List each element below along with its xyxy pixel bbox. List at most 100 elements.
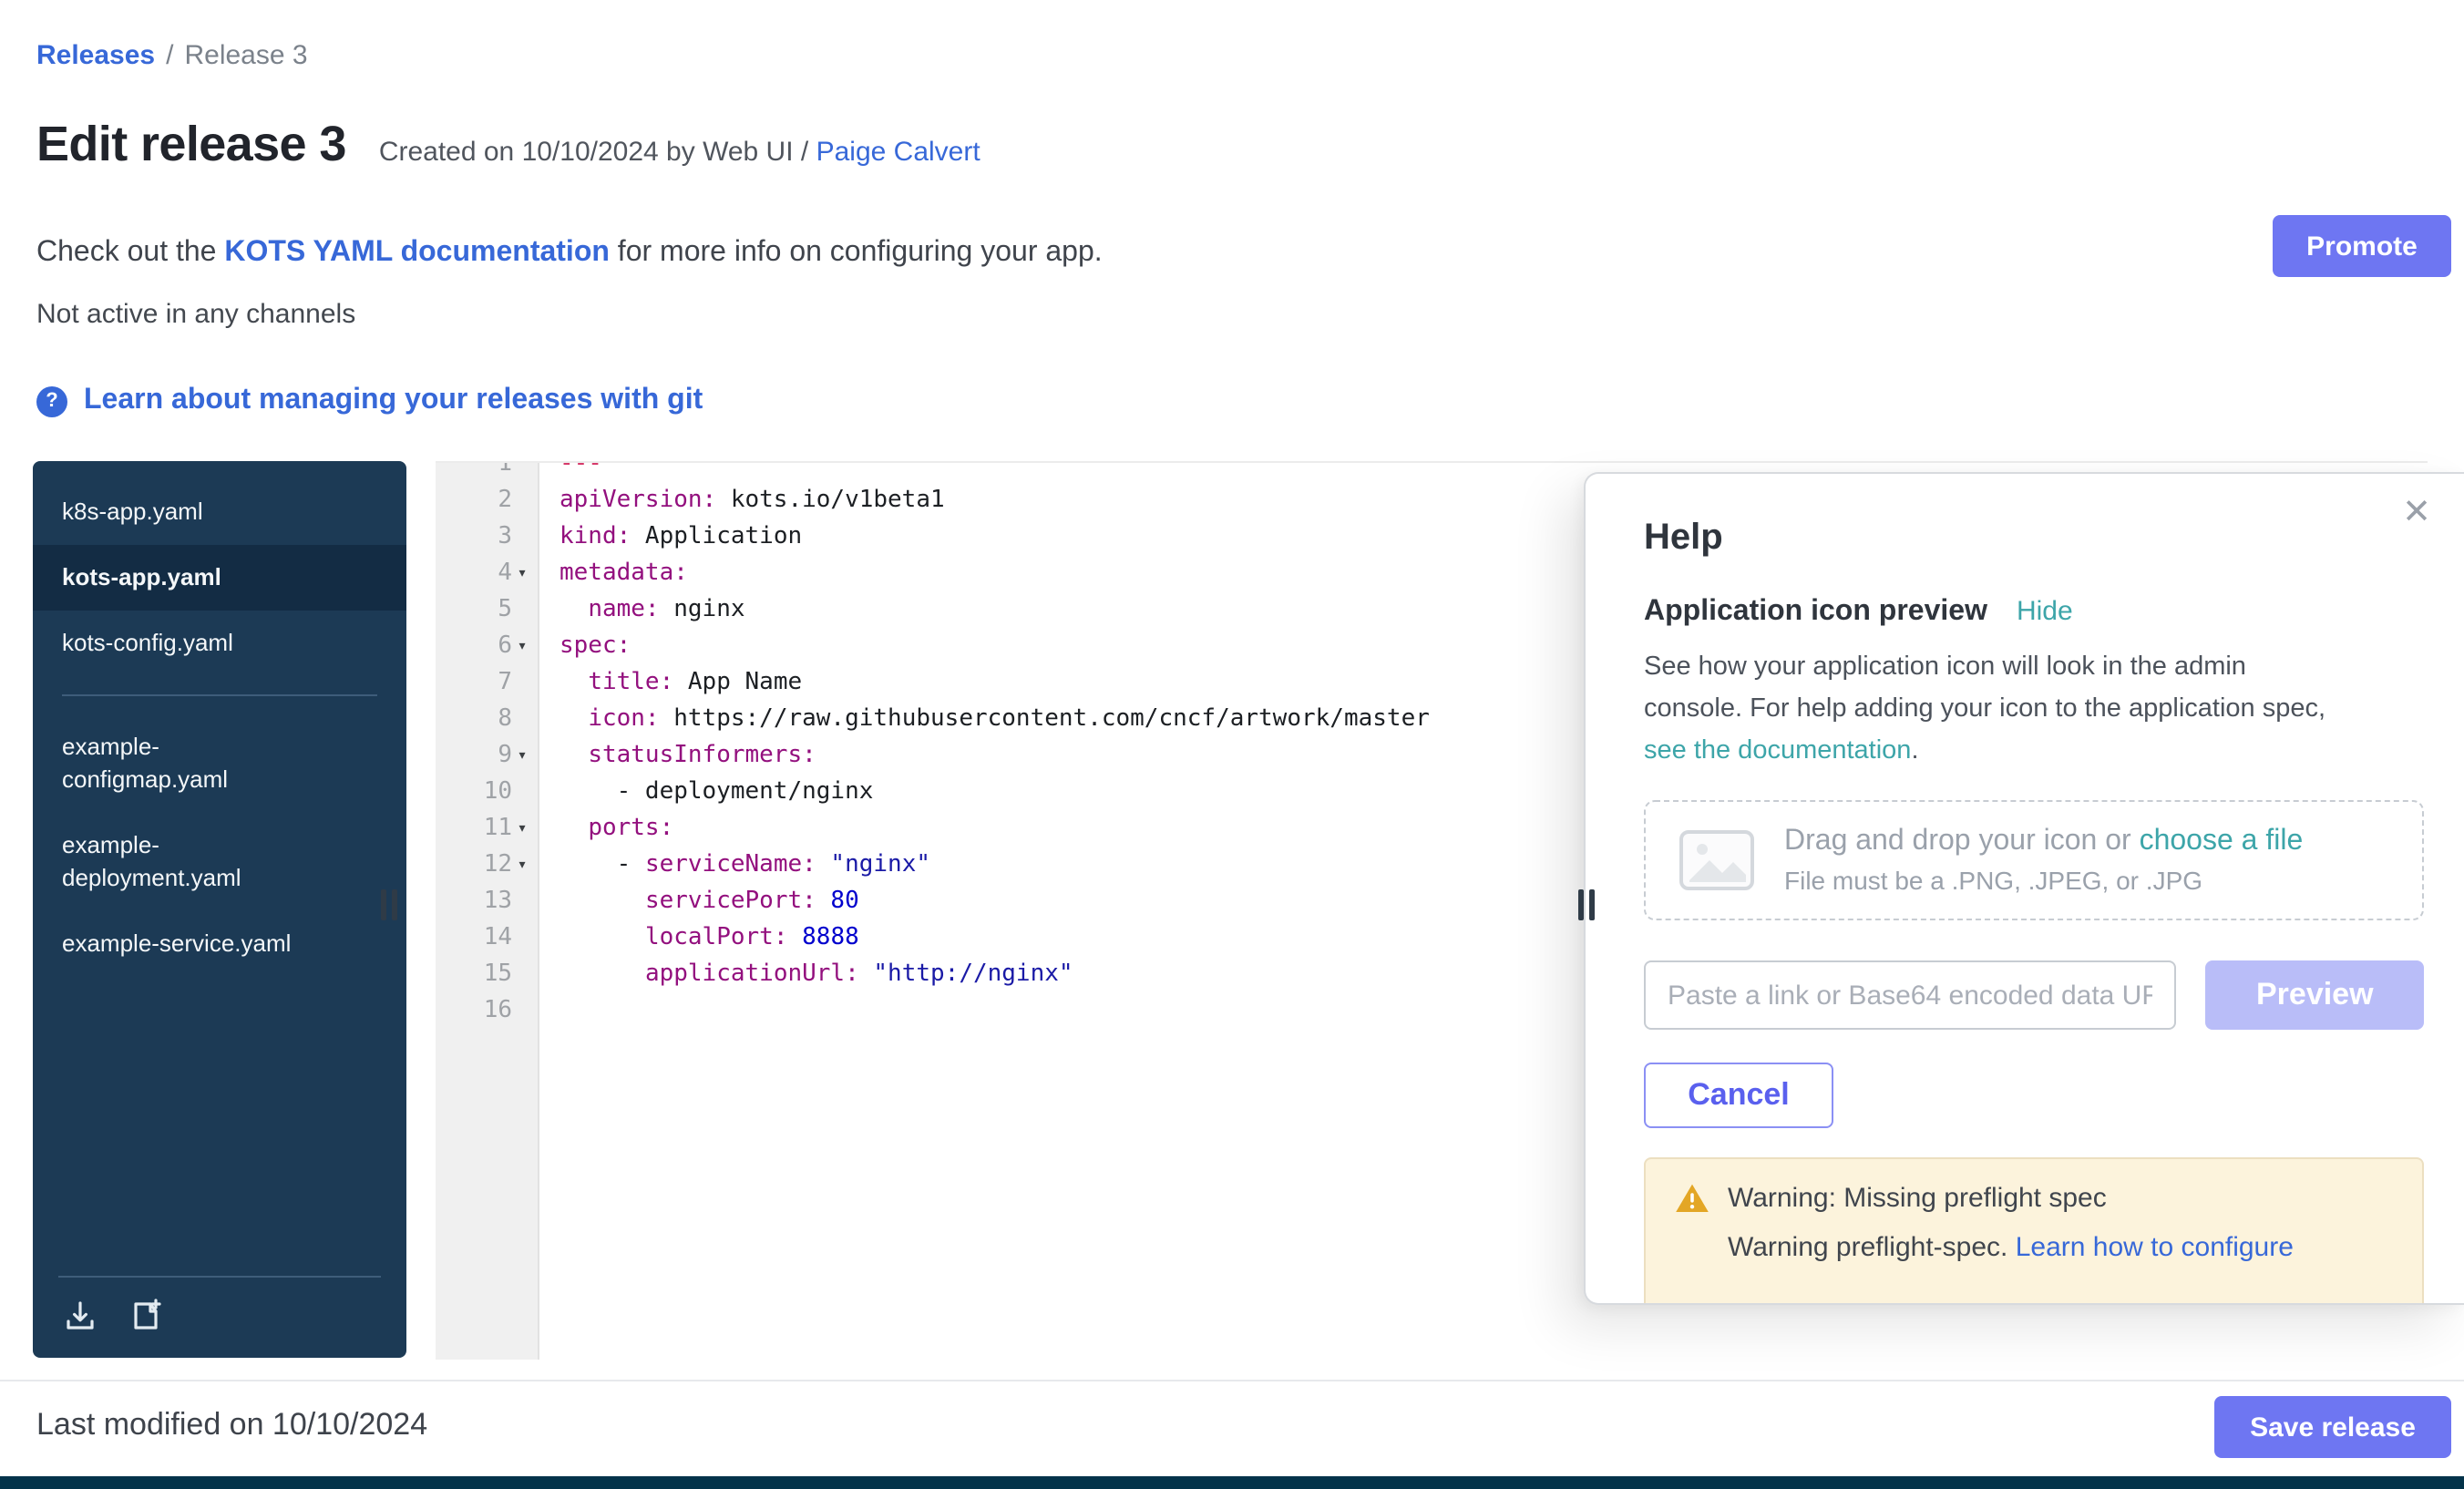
- code-token: servicePort:: [645, 888, 816, 915]
- gutter-line-number: 11▾: [436, 811, 538, 847]
- file-name: example-service.yaml: [62, 928, 291, 960]
- gutter-line-number: 7: [436, 665, 538, 702]
- preview-button[interactable]: Preview: [2206, 960, 2424, 1030]
- code-token: 8888: [788, 924, 859, 951]
- docs-prefix: Check out the: [36, 237, 224, 268]
- file-tree-item[interactable]: k8s-app.yaml: [33, 479, 406, 545]
- warning-configure-link[interactable]: Learn how to configure: [2016, 1232, 2294, 1263]
- fold-arrow-icon[interactable]: ▾: [512, 556, 532, 592]
- tree-editor-resize-handle[interactable]: [381, 889, 397, 920]
- code-token: icon:: [588, 705, 659, 733]
- code-token: localPort:: [645, 924, 788, 951]
- see-documentation-link[interactable]: see the documentation: [1644, 736, 1911, 765]
- gutter-line-number: 9▾: [436, 738, 538, 775]
- file-tree-item[interactable]: kots-config.yaml: [33, 611, 406, 676]
- fold-arrow-icon[interactable]: ▾: [512, 847, 532, 884]
- code-token: "nginx": [816, 851, 930, 878]
- choose-file-link[interactable]: choose a file: [2140, 826, 2304, 857]
- hide-link[interactable]: Hide: [2017, 596, 2073, 627]
- code-token: App Name: [673, 669, 802, 696]
- help-body-text: See how your application icon will look …: [1644, 647, 2417, 773]
- fold-arrow-icon[interactable]: ▾: [512, 629, 532, 665]
- gutter-line-number: 12▾: [436, 847, 538, 884]
- help-body-line2: console. For help adding your icon to th…: [1644, 694, 2325, 724]
- file-tree-item[interactable]: example-service.yaml: [33, 911, 406, 977]
- git-help-row[interactable]: ? Learn about managing your releases wit…: [36, 385, 703, 417]
- icon-preview-section-header: Application icon preview Hide: [1644, 596, 2424, 629]
- gutter-line-number: 2: [436, 483, 538, 519]
- git-help-link[interactable]: Learn about managing your releases with …: [84, 385, 703, 417]
- footer-divider: [0, 1380, 2464, 1381]
- code-token: [560, 960, 645, 988]
- promote-button[interactable]: Promote: [2273, 215, 2451, 277]
- warning-detail-prefix: Warning preflight-spec.: [1728, 1232, 2016, 1263]
- file-tree-top: k8s-app.yaml kots-app.yaml kots-config.yam…: [33, 479, 406, 676]
- gutter-line-number: 8: [436, 702, 538, 738]
- footer-strip: [0, 1476, 2464, 1489]
- icon-url-row: Preview: [1644, 960, 2424, 1030]
- code-token: statusInformers:: [588, 742, 816, 769]
- code-token: [560, 669, 588, 696]
- warning-triangle-icon: [1675, 1183, 1709, 1214]
- help-body-line1: See how your application icon will look …: [1644, 652, 2246, 682]
- file-name: example-deployment.yaml: [62, 829, 303, 895]
- file-name: kots-app.yaml: [62, 561, 221, 594]
- code-token: applicationUrl:: [645, 960, 859, 988]
- breadcrumb-releases-link[interactable]: Releases: [36, 40, 155, 71]
- gutter-line-number: 4▾: [436, 556, 538, 592]
- kots-yaml-docs-link[interactable]: KOTS YAML documentation: [224, 237, 610, 268]
- code-token: Application: [631, 523, 802, 550]
- fold-arrow-icon[interactable]: ▾: [512, 811, 532, 847]
- file-tree: k8s-app.yaml kots-app.yaml kots-config.yam…: [33, 461, 406, 1358]
- save-release-button[interactable]: Save release: [2214, 1396, 2451, 1458]
- code-token: nginx: [660, 596, 745, 623]
- code-token: apiVersion:: [560, 487, 716, 514]
- cancel-button[interactable]: Cancel: [1644, 1063, 1833, 1128]
- import-file-icon[interactable]: [62, 1298, 98, 1334]
- file-tree-item[interactable]: example-deployment.yaml: [33, 813, 406, 911]
- new-file-icon[interactable]: [128, 1298, 164, 1334]
- gutter-line-number: 3: [436, 519, 538, 556]
- image-placeholder-icon: [1679, 829, 1755, 891]
- gutter-line-number: 10: [436, 775, 538, 811]
- icon-url-input[interactable]: [1644, 960, 2177, 1030]
- code-token: kots.io/v1beta1: [716, 487, 944, 514]
- gutter-line-number: 1: [436, 463, 538, 483]
- gutter-lines: 1234▾56▾789▾1011▾12▾13141516: [436, 463, 538, 1030]
- breadcrumb-current: Release 3: [184, 40, 307, 71]
- release-editor-page: Releases / Release 3 Edit release 3 Create…: [0, 0, 2464, 1489]
- gutter-line-number: 14: [436, 920, 538, 957]
- code-token: ---: [560, 463, 602, 478]
- help-body-suffix: .: [1911, 736, 1918, 765]
- warning-detail: Warning preflight-spec. Learn how to con…: [1728, 1232, 2393, 1263]
- help-title: Help: [1644, 518, 2424, 560]
- dropzone-text: Drag and drop your icon or choose a file…: [1784, 826, 2303, 895]
- file-name: kots-config.yaml: [62, 627, 233, 660]
- code-token: - deployment/nginx: [560, 778, 873, 806]
- code-token: [560, 924, 645, 951]
- code-token: [560, 888, 645, 915]
- title-row: Edit release 3 Created on 10/10/2024 by …: [36, 117, 980, 173]
- dropzone-prefix: Drag and drop your icon or: [1784, 826, 2140, 857]
- breadcrumb-separator: /: [166, 40, 173, 71]
- breadcrumb: Releases / Release 3: [36, 40, 308, 71]
- file-tree-item[interactable]: example-configmap.yaml: [33, 714, 406, 813]
- section-title: Application icon preview: [1644, 596, 1987, 629]
- file-name: example-configmap.yaml: [62, 731, 303, 796]
- code-token: 80: [816, 888, 859, 915]
- file-tree-footer: [58, 1276, 381, 1358]
- fold-arrow-icon[interactable]: ▾: [512, 738, 532, 775]
- file-name: k8s-app.yaml: [62, 496, 203, 529]
- icon-dropzone[interactable]: Drag and drop your icon or choose a file…: [1644, 800, 2424, 920]
- code-token: [560, 596, 588, 623]
- author-link[interactable]: Paige Calvert: [816, 137, 980, 168]
- editor-panel-resize-handle[interactable]: [1578, 889, 1595, 920]
- close-icon[interactable]: ✕: [2402, 496, 2431, 530]
- file-tree-item[interactable]: kots-app.yaml: [33, 545, 406, 611]
- code-token: -: [560, 851, 645, 878]
- gutter-line-number: 13: [436, 884, 538, 920]
- dropzone-subtext: File must be a .PNG, .JPEG, or .JPG: [1784, 866, 2303, 895]
- code-token: ports:: [588, 815, 673, 842]
- code-token: name:: [588, 596, 659, 623]
- page-title: Edit release 3: [36, 117, 346, 173]
